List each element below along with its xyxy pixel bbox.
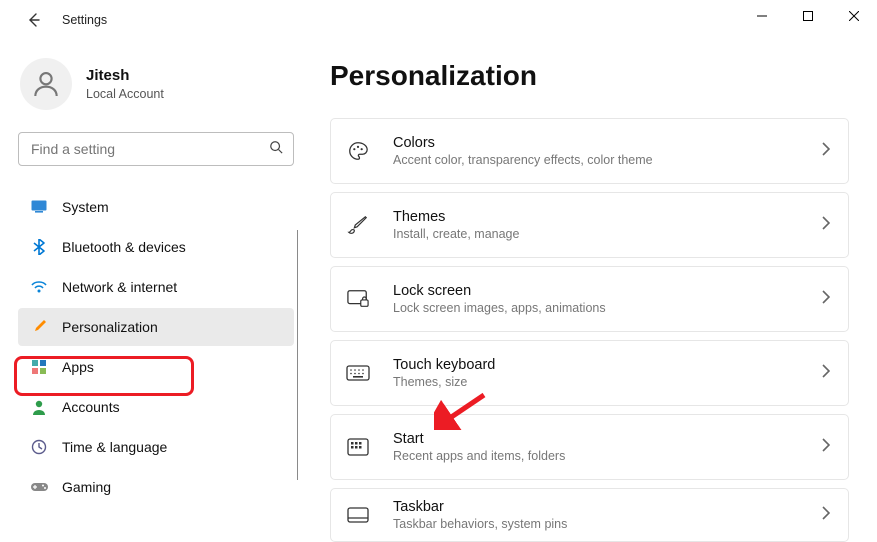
sidebar-item-accounts[interactable]: Accounts bbox=[18, 388, 294, 426]
sidebar-item-label: Gaming bbox=[62, 479, 111, 495]
card-sub: Accent color, transparency effects, colo… bbox=[393, 153, 821, 167]
card-sub: Recent apps and items, folders bbox=[393, 449, 821, 463]
sidebar-item-label: Apps bbox=[62, 359, 94, 375]
sidebar-item-bluetooth[interactable]: Bluetooth & devices bbox=[18, 228, 294, 266]
search-icon bbox=[269, 140, 283, 159]
cards-list: Colors Accent color, transparency effect… bbox=[330, 118, 849, 542]
bluetooth-icon bbox=[30, 238, 48, 256]
sidebar-item-label: Personalization bbox=[62, 319, 158, 335]
sidebar-item-time[interactable]: Time & language bbox=[18, 428, 294, 466]
sidebar-item-personalization[interactable]: Personalization bbox=[18, 308, 294, 346]
paintbrush-icon bbox=[30, 318, 48, 336]
card-title: Start bbox=[393, 431, 821, 448]
sidebar-item-label: Bluetooth & devices bbox=[62, 239, 186, 255]
window-controls bbox=[739, 0, 877, 32]
apps-icon bbox=[30, 358, 48, 376]
titlebar: Settings bbox=[0, 0, 877, 40]
sidebar-item-system[interactable]: System bbox=[18, 188, 294, 226]
chevron-right-icon bbox=[821, 506, 830, 525]
card-colors[interactable]: Colors Accent color, transparency effect… bbox=[330, 118, 849, 184]
avatar bbox=[20, 58, 72, 110]
card-title: Touch keyboard bbox=[393, 357, 821, 374]
card-title: Taskbar bbox=[393, 499, 821, 516]
nav: System Bluetooth & devices Network & int… bbox=[18, 188, 294, 506]
brush-icon bbox=[345, 212, 371, 238]
card-themes[interactable]: Themes Install, create, manage bbox=[330, 192, 849, 258]
maximize-button[interactable] bbox=[785, 0, 831, 32]
sidebar-item-label: System bbox=[62, 199, 109, 215]
search-input[interactable] bbox=[31, 141, 269, 157]
close-icon bbox=[849, 11, 859, 21]
card-lock-screen[interactable]: Lock screen Lock screen images, apps, an… bbox=[330, 266, 849, 332]
chevron-right-icon bbox=[821, 438, 830, 457]
card-title: Colors bbox=[393, 135, 821, 152]
sidebar: Jitesh Local Account System Bluetooth bbox=[0, 40, 310, 534]
card-title: Lock screen bbox=[393, 283, 821, 300]
keyboard-icon bbox=[345, 360, 371, 386]
window-title: Settings bbox=[62, 13, 107, 27]
sidebar-item-gaming[interactable]: Gaming bbox=[18, 468, 294, 506]
gamepad-icon bbox=[30, 478, 48, 496]
sidebar-item-apps[interactable]: Apps bbox=[18, 348, 294, 386]
chevron-right-icon bbox=[821, 216, 830, 235]
card-sub: Install, create, manage bbox=[393, 227, 821, 241]
sidebar-scrollbar[interactable] bbox=[297, 230, 299, 480]
card-sub: Themes, size bbox=[393, 375, 821, 389]
maximize-icon bbox=[803, 11, 813, 21]
clock-globe-icon bbox=[30, 438, 48, 456]
chevron-right-icon bbox=[821, 364, 830, 383]
monitor-icon bbox=[30, 198, 48, 216]
main-content: Personalization Colors Accent color, tra… bbox=[310, 40, 877, 534]
start-menu-icon bbox=[345, 434, 371, 460]
search-box[interactable] bbox=[18, 132, 294, 166]
close-button[interactable] bbox=[831, 0, 877, 32]
user-block[interactable]: Jitesh Local Account bbox=[18, 58, 294, 110]
card-touch-keyboard[interactable]: Touch keyboard Themes, size bbox=[330, 340, 849, 406]
palette-icon bbox=[345, 138, 371, 164]
wifi-icon bbox=[30, 278, 48, 296]
minimize-button[interactable] bbox=[739, 0, 785, 32]
user-sub: Local Account bbox=[86, 87, 164, 101]
lock-screen-icon bbox=[345, 286, 371, 312]
sidebar-item-label: Time & language bbox=[62, 439, 167, 455]
user-name: Jitesh bbox=[86, 67, 164, 85]
card-sub: Taskbar behaviors, system pins bbox=[393, 517, 821, 531]
sidebar-item-label: Network & internet bbox=[62, 279, 177, 295]
back-button[interactable] bbox=[24, 10, 44, 30]
page-title: Personalization bbox=[330, 60, 849, 92]
chevron-right-icon bbox=[821, 142, 830, 161]
minimize-icon bbox=[757, 11, 767, 21]
card-start[interactable]: Start Recent apps and items, folders bbox=[330, 414, 849, 480]
taskbar-icon bbox=[345, 502, 371, 528]
card-title: Themes bbox=[393, 209, 821, 226]
person-icon bbox=[30, 398, 48, 416]
sidebar-item-label: Accounts bbox=[62, 399, 120, 415]
arrow-left-icon bbox=[26, 12, 42, 28]
chevron-right-icon bbox=[821, 290, 830, 309]
card-sub: Lock screen images, apps, animations bbox=[393, 301, 821, 315]
user-icon bbox=[30, 68, 62, 100]
sidebar-item-network[interactable]: Network & internet bbox=[18, 268, 294, 306]
